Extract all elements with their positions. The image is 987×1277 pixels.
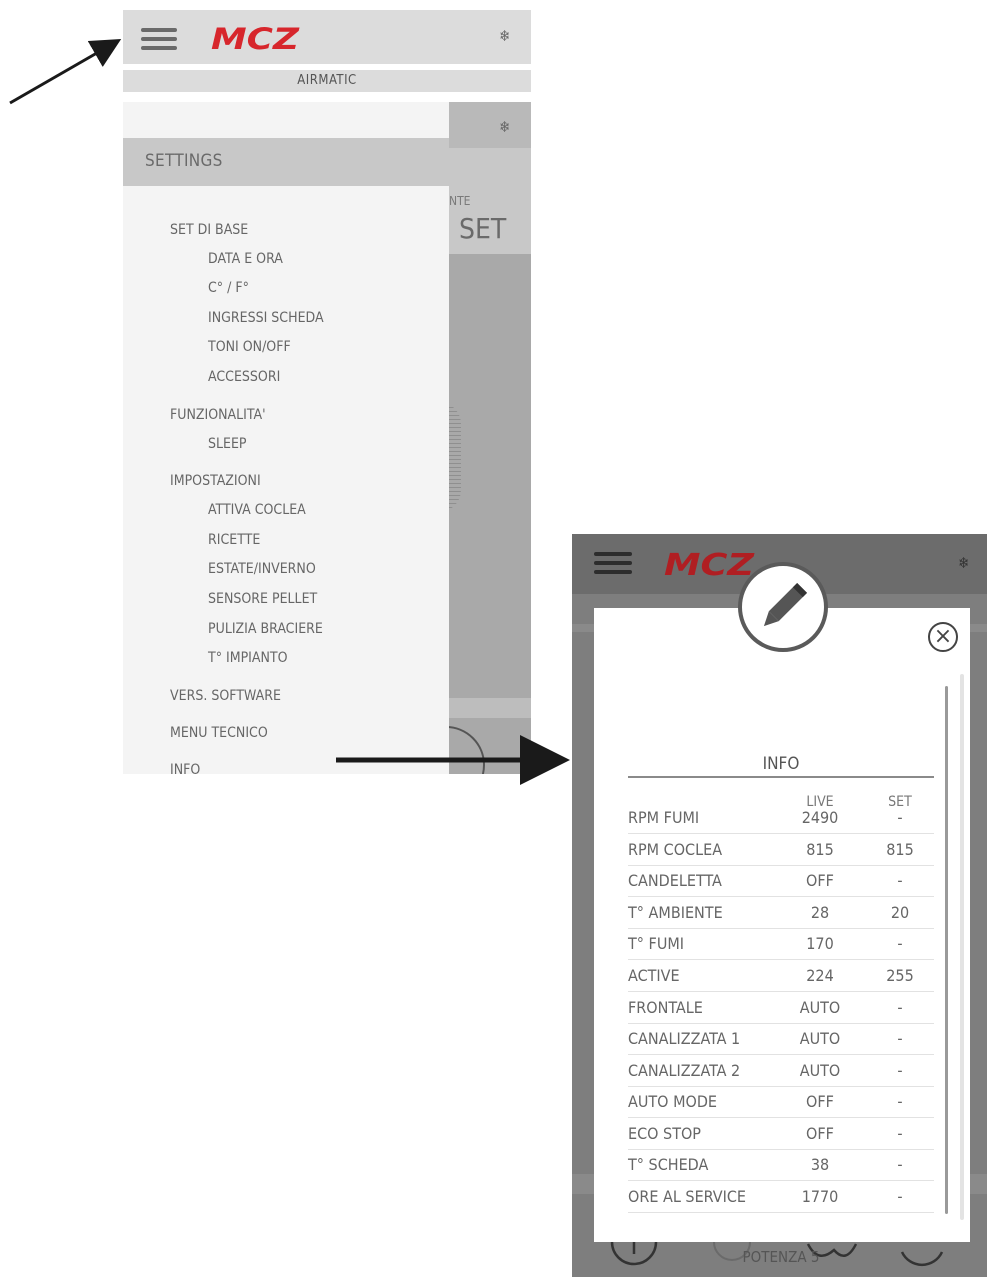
- annotation-arrows: [9, 39, 570, 785]
- arrow-to-menu-icon: [9, 39, 122, 105]
